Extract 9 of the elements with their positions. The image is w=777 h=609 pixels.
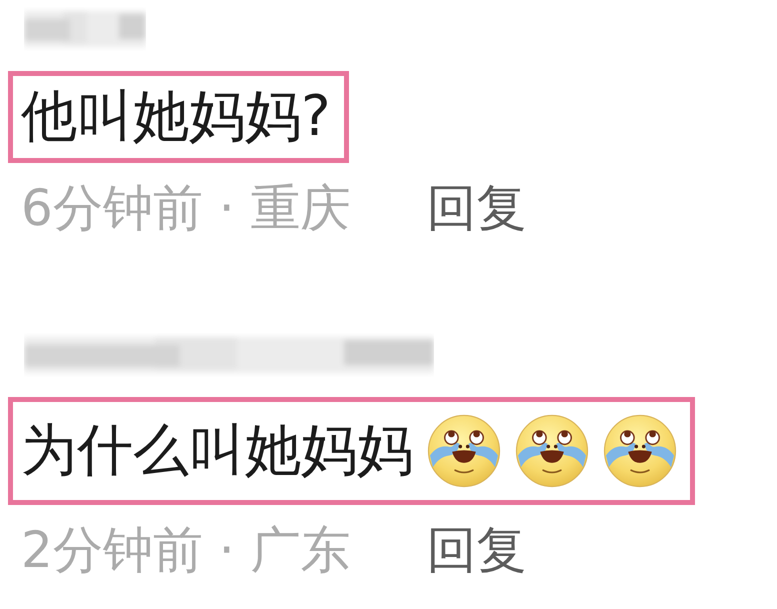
teary-smiley-emoji-icon bbox=[515, 414, 589, 488]
comment-time-location: 2分钟前 · 广东 bbox=[21, 521, 350, 579]
reply-button[interactable]: 回复 bbox=[426, 179, 526, 237]
reply-button[interactable]: 回复 bbox=[426, 521, 526, 579]
teary-smiley-emoji-icon bbox=[603, 414, 677, 488]
comment-time-location: 6分钟前 · 重庆 bbox=[21, 179, 350, 237]
comment-text: 他叫她妈妈? bbox=[21, 83, 331, 151]
teary-smiley-emoji-icon bbox=[427, 414, 501, 488]
comment-text: 为什么叫她妈妈 bbox=[21, 417, 413, 485]
